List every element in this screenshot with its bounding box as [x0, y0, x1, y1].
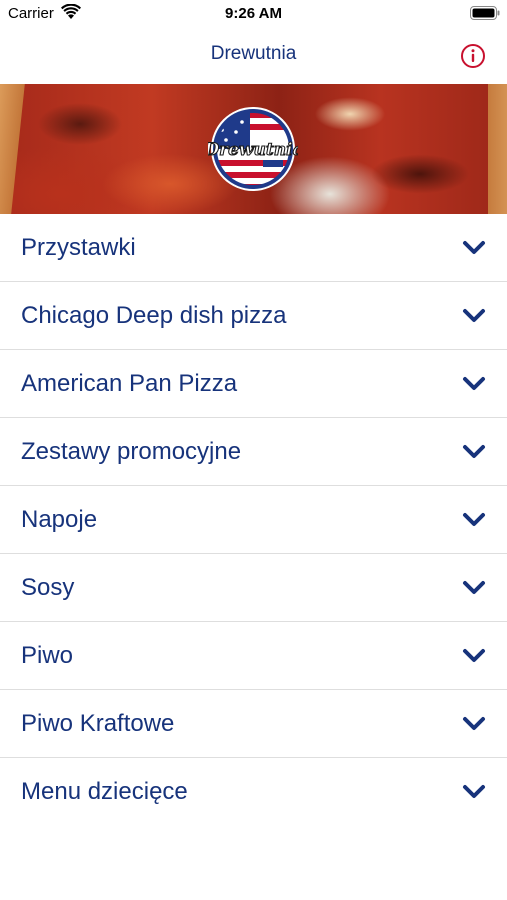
menu-category-label: Napoje	[21, 506, 98, 533]
menu-category-sosy[interactable]: Sosy	[0, 554, 507, 622]
menu-category-label: Chicago Deep dish pizza	[21, 302, 287, 329]
battery-icon	[470, 6, 500, 20]
menu-category-label: Piwo Kraftowe	[21, 710, 175, 737]
menu-category-przystawki[interactable]: Przystawki	[0, 214, 507, 282]
chevron-down-icon	[463, 309, 485, 322]
chevron-down-icon	[463, 581, 485, 594]
restaurant-logo: Drewutnia	[208, 107, 298, 191]
menu-category-piwo-kraftowe[interactable]: Piwo Kraftowe	[0, 690, 507, 758]
chevron-down-icon	[463, 241, 485, 254]
menu-category-label: Zestawy promocyjne	[21, 438, 242, 465]
status-time: 9:26 AM	[225, 5, 282, 22]
logo-text: Drewutnia	[208, 140, 298, 160]
menu-category-menu-dzieciece[interactable]: Menu dziecięce	[0, 758, 507, 826]
banner-crust-decoration	[0, 84, 25, 214]
page-title: Drewutnia	[210, 43, 297, 64]
info-circle-icon[interactable]	[460, 43, 486, 69]
menu-category-napoje[interactable]: Napoje	[0, 486, 507, 554]
chevron-down-icon	[463, 513, 485, 526]
menu-category-label: Menu dziecięce	[21, 778, 188, 805]
chevron-down-icon	[463, 785, 485, 798]
menu-category-piwo[interactable]: Piwo	[0, 622, 507, 690]
chevron-down-icon	[463, 649, 485, 662]
banner-crust-decoration	[488, 84, 507, 214]
chevron-down-icon	[463, 377, 485, 390]
menu-category-label: Sosy	[21, 574, 75, 601]
menu-category-zestawy-promocyjne[interactable]: Zestawy promocyjne	[0, 418, 507, 486]
navigation-bar: Drewutnia	[0, 30, 507, 84]
menu-category-label: Piwo	[21, 642, 74, 669]
status-bar: Carrier 9:26 AM	[0, 0, 507, 30]
menu-category-list: Przystawki Chicago Deep dish pizza Ameri…	[0, 214, 507, 826]
chevron-down-icon	[463, 445, 485, 458]
menu-category-label: Przystawki	[21, 234, 136, 261]
menu-category-label: American Pan Pizza	[21, 370, 238, 397]
menu-category-american-pan-pizza[interactable]: American Pan Pizza	[0, 350, 507, 418]
header-banner-image: Drewutnia	[0, 84, 507, 214]
menu-category-chicago-deep-dish-pizza[interactable]: Chicago Deep dish pizza	[0, 282, 507, 350]
chevron-down-icon	[463, 717, 485, 730]
